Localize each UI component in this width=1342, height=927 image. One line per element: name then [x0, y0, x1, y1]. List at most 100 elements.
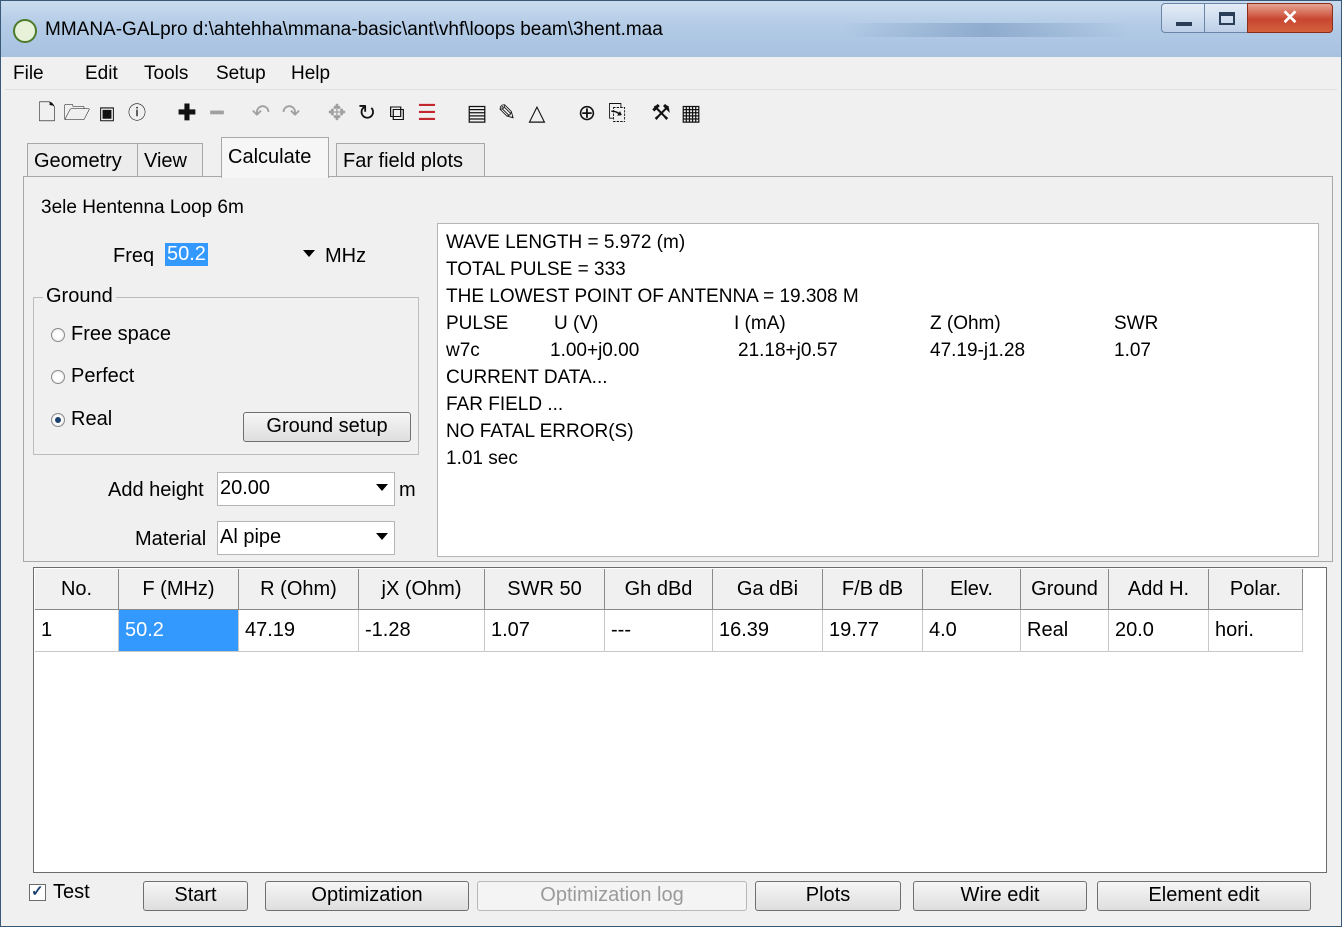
- remove-icon[interactable]: ━: [203, 99, 231, 127]
- chevron-down-icon[interactable]: [376, 484, 388, 491]
- copy-stretch-icon[interactable]: ⧉: [383, 99, 411, 127]
- table-cell[interactable]: 16.39: [713, 610, 823, 652]
- chevron-down-icon[interactable]: [303, 250, 315, 257]
- table-cell[interactable]: 19.77: [823, 610, 923, 652]
- table-cell[interactable]: ---: [605, 610, 713, 652]
- column-header-ga[interactable]: Ga dBi: [713, 569, 823, 610]
- start-button[interactable]: Start: [143, 881, 248, 911]
- list-icon[interactable]: ☰: [413, 99, 441, 127]
- open-folder-icon[interactable]: 🗁: [63, 99, 91, 127]
- add-height-combo[interactable]: 20.00: [217, 472, 395, 506]
- table-cell-selected[interactable]: 50.2: [119, 610, 239, 652]
- element-edit-button[interactable]: Element edit: [1097, 881, 1311, 911]
- output-far-field: FAR FIELD ...: [446, 394, 564, 415]
- maximize-button[interactable]: [1204, 3, 1248, 33]
- check-icon: ✓: [31, 883, 44, 900]
- undo-icon[interactable]: ↶: [247, 99, 275, 127]
- close-button[interactable]: ✕: [1247, 3, 1333, 33]
- output-header-u: U (V): [554, 313, 599, 334]
- table-cell[interactable]: 1.07: [485, 610, 605, 652]
- new-file-icon[interactable]: 🗋: [33, 99, 61, 127]
- table-cell[interactable]: 20.0: [1109, 610, 1209, 652]
- test-checkbox[interactable]: ✓: [29, 883, 46, 901]
- move-icon[interactable]: ✥: [323, 99, 351, 127]
- table-cell[interactable]: -1.28: [359, 610, 485, 652]
- document-icon[interactable]: ▤: [463, 99, 491, 127]
- material-combo[interactable]: Al pipe: [217, 521, 395, 555]
- results-grid[interactable]: No. F (MHz) R (Ohm) jX (Ohm) SWR 50 Gh d…: [33, 567, 1327, 873]
- output-pulse: w7c: [446, 340, 480, 361]
- calculator-icon[interactable]: ▦: [677, 99, 705, 127]
- chevron-down-icon[interactable]: [376, 533, 388, 540]
- output-header-z: Z (Ohm): [930, 313, 1001, 334]
- menu-edit[interactable]: Edit: [85, 63, 118, 85]
- output-z: 47.19-j1.28: [930, 340, 1026, 361]
- output-header-i: I (mA): [734, 313, 786, 334]
- triangle-icon[interactable]: △: [523, 99, 551, 127]
- tab-view[interactable]: View: [137, 143, 203, 177]
- menu-bar: File Edit Tools Setup Help: [5, 57, 1337, 90]
- add-icon[interactable]: ✚: [173, 99, 201, 127]
- target-icon[interactable]: ⊕: [573, 99, 601, 127]
- column-header-ground[interactable]: Ground: [1021, 569, 1109, 610]
- column-header-freq[interactable]: F (MHz): [119, 569, 239, 610]
- material-value[interactable]: Al pipe: [220, 526, 281, 549]
- radio-perfect-label[interactable]: Perfect: [71, 365, 134, 388]
- radio-real-label[interactable]: Real: [71, 408, 112, 431]
- column-header-r[interactable]: R (Ohm): [239, 569, 359, 610]
- column-header-swr[interactable]: SWR 50: [485, 569, 605, 610]
- info-icon[interactable]: ⓘ: [123, 99, 151, 127]
- output-header-pulse: PULSE: [446, 313, 509, 334]
- tab-calculate[interactable]: Calculate: [221, 137, 329, 178]
- radio-real[interactable]: [51, 413, 65, 427]
- column-header-polar[interactable]: Polar.: [1209, 569, 1303, 610]
- radio-perfect[interactable]: [51, 370, 65, 384]
- column-header-add-h[interactable]: Add H.: [1109, 569, 1209, 610]
- table-cell[interactable]: Real: [1021, 610, 1109, 652]
- add-height-value[interactable]: 20.00: [220, 477, 270, 500]
- minimize-button[interactable]: [1161, 3, 1205, 33]
- table-cell[interactable]: hori.: [1209, 610, 1303, 652]
- add-height-label: Add height: [108, 479, 204, 501]
- table-cell[interactable]: 1: [35, 610, 119, 652]
- column-header-gh[interactable]: Gh dBd: [605, 569, 713, 610]
- tab-far-field-plots[interactable]: Far field plots: [336, 143, 485, 177]
- save-icon[interactable]: ▣: [93, 99, 121, 127]
- table-cell[interactable]: 47.19: [239, 610, 359, 652]
- menu-file[interactable]: File: [13, 63, 44, 85]
- minimize-icon: [1176, 22, 1192, 26]
- menu-tools[interactable]: Tools: [144, 63, 188, 85]
- title-bar[interactable]: MMANA-GALpro d:\ahtehha\mmana-basic\ant\…: [1, 1, 1341, 57]
- output-u: 1.00+j0.00: [550, 340, 640, 361]
- output-i: 21.18+j0.57: [738, 340, 838, 361]
- column-header-no[interactable]: No.: [35, 569, 119, 610]
- column-header-fb[interactable]: F/B dB: [823, 569, 923, 610]
- output-total-pulse: TOTAL PULSE = 333: [446, 259, 626, 280]
- freq-label: Freq: [113, 245, 155, 267]
- title-bar-glare: [841, 23, 1131, 37]
- edit-icon[interactable]: ✎: [493, 99, 521, 127]
- ground-setup-button[interactable]: Ground setup: [243, 412, 411, 442]
- optimization-button[interactable]: Optimization: [265, 881, 469, 911]
- rotate-icon[interactable]: ↻: [353, 99, 381, 127]
- test-label[interactable]: Test: [53, 881, 90, 904]
- output-header-swr: SWR: [1114, 313, 1159, 334]
- copy-icon[interactable]: ⎘: [603, 99, 631, 127]
- tools-icon[interactable]: ⚒: [647, 99, 675, 127]
- redo-icon[interactable]: ↷: [277, 99, 305, 127]
- radio-free-space[interactable]: [51, 328, 65, 342]
- column-header-elev[interactable]: Elev.: [923, 569, 1021, 610]
- menu-help[interactable]: Help: [291, 63, 330, 85]
- freq-value[interactable]: 50.2: [165, 243, 208, 266]
- optimization-log-button[interactable]: Optimization log: [477, 881, 747, 911]
- wire-edit-button[interactable]: Wire edit: [913, 881, 1087, 911]
- plots-button[interactable]: Plots: [755, 881, 901, 911]
- freq-combo[interactable]: 50.2: [163, 239, 321, 273]
- column-header-jx[interactable]: jX (Ohm): [359, 569, 485, 610]
- table-cell[interactable]: 4.0: [923, 610, 1021, 652]
- radio-free-space-label[interactable]: Free space: [71, 323, 171, 346]
- main-window: MMANA-GALpro d:\ahtehha\mmana-basic\ant\…: [0, 0, 1342, 927]
- material-label: Material: [135, 528, 207, 550]
- menu-setup[interactable]: Setup: [216, 63, 266, 85]
- tab-geometry[interactable]: Geometry: [27, 143, 138, 177]
